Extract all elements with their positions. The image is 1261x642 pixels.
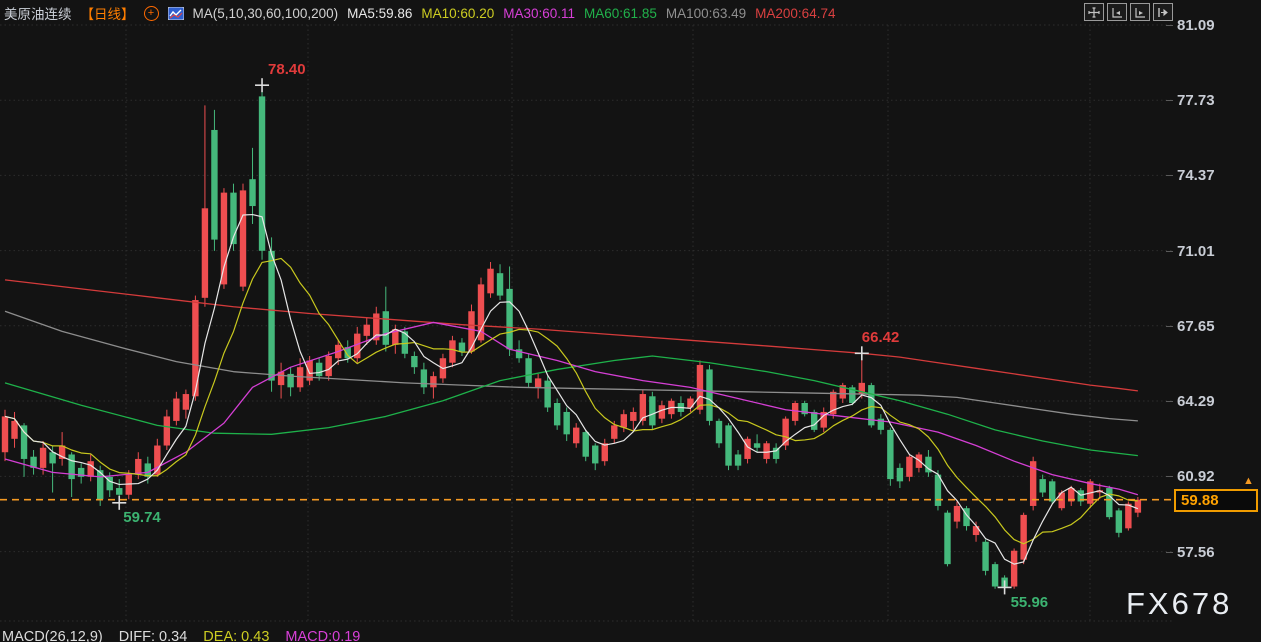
jump-latest-icon[interactable]	[1153, 3, 1173, 21]
macd-panel-header: MACD(26,12,9) DIFF: 0.34 DEA: 0.43 MACD:…	[2, 629, 372, 642]
period-selector[interactable]: 【日线】	[81, 3, 135, 23]
instrument-title: 美原油连续	[4, 3, 72, 23]
ma5-value: MA5:59.86	[347, 6, 412, 21]
chart-toolbar	[1084, 3, 1173, 21]
macd-settings-label: MACD(26,12,9)	[2, 629, 103, 642]
ma10-value: MA10:60.20	[421, 6, 494, 21]
ma30-value: MA30:60.11	[503, 6, 575, 21]
chart-window: 78.4059.7466.4255.9681.0977.7374.3771.01…	[0, 0, 1261, 642]
chart-type-icon[interactable]	[168, 7, 184, 20]
scale-play-icon[interactable]	[1130, 3, 1150, 21]
current-price-tag: 59.88	[1174, 489, 1258, 512]
header-bar: 美原油连续 【日线】 + MA(5,10,30,60,100,200) MA5:…	[4, 3, 835, 23]
price-arrow-icon: ▲	[1243, 476, 1254, 487]
macd-dea-value: DEA: 0.43	[203, 629, 269, 642]
scale-left-icon[interactable]	[1107, 3, 1127, 21]
ma60-value: MA60:61.85	[584, 6, 657, 21]
ma100-value: MA100:63.49	[666, 6, 746, 21]
watermark: FX678	[1126, 586, 1232, 622]
ma-settings-label[interactable]: MA(5,10,30,60,100,200)	[193, 6, 339, 21]
add-indicator-icon[interactable]: +	[144, 6, 159, 21]
chart-canvas[interactable]	[0, 0, 1261, 642]
macd-diff-value: DIFF: 0.34	[119, 629, 188, 642]
pan-tool-icon[interactable]	[1084, 3, 1104, 21]
ma200-value: MA200:64.74	[755, 6, 835, 21]
macd-value: MACD:0.19	[285, 629, 360, 642]
